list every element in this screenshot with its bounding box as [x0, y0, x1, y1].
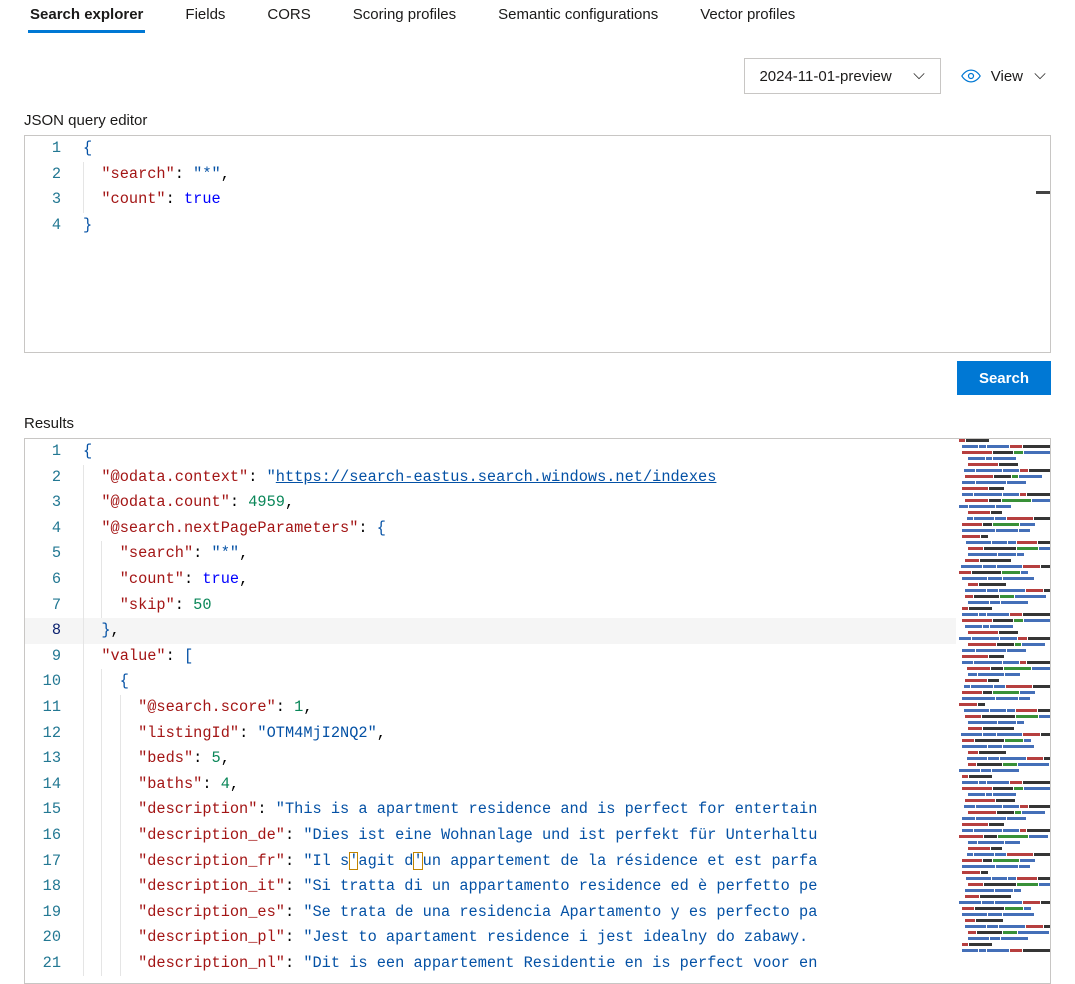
eye-icon: [961, 66, 981, 86]
code-line: 15 "description": "This is a apartment r…: [25, 797, 956, 823]
tab-scoring-profiles[interactable]: Scoring profiles: [351, 0, 458, 33]
overview-ruler-mark: [1036, 191, 1050, 194]
code-line: 4}: [25, 213, 1050, 239]
minimap[interactable]: [956, 439, 1050, 983]
code-line: 12 "listingId": "OTM4MjI2NQ2",: [25, 721, 956, 747]
chevron-down-icon: [1033, 69, 1047, 83]
code-line: 14 "baths": 4,: [25, 772, 956, 798]
code-line: 21 "description_nl": "Dit is een apparte…: [25, 951, 956, 977]
code-line: 17 "description_fr": "Il s'agit d'un app…: [25, 849, 956, 875]
code-line: 16 "description_de": "Dies ist eine Wohn…: [25, 823, 956, 849]
code-line: 3 "count": true: [25, 187, 1050, 213]
code-line: 7 "skip": 50: [25, 593, 956, 619]
code-line: 2 "search": "*",: [25, 162, 1050, 188]
code-line: 9 "value": [: [25, 644, 956, 670]
code-line: 20 "description_pl": "Jest to apartament…: [25, 925, 956, 951]
tab-cors[interactable]: CORS: [265, 0, 312, 33]
json-query-editor[interactable]: 1{2 "search": "*",3 "count": true4}: [24, 135, 1051, 353]
chevron-down-icon: [912, 69, 926, 83]
code-line: 4 "@search.nextPageParameters": {: [25, 516, 956, 542]
results-label: Results: [0, 403, 1075, 438]
tab-semantic-configurations[interactable]: Semantic configurations: [496, 0, 660, 33]
code-line: 5 "search": "*",: [25, 541, 956, 567]
view-label: View: [991, 68, 1023, 85]
code-line: 11 "@search.score": 1,: [25, 695, 956, 721]
toolbar: 2024-11-01-preview View: [0, 40, 1075, 104]
code-line: 2 "@odata.context": "https://search-east…: [25, 465, 956, 491]
view-dropdown[interactable]: View: [961, 66, 1047, 86]
code-line: 13 "beds": 5,: [25, 746, 956, 772]
code-line: 18 "description_it": "Si tratta di un ap…: [25, 874, 956, 900]
tab-fields[interactable]: Fields: [183, 0, 227, 33]
api-version-select[interactable]: 2024-11-01-preview: [744, 58, 940, 94]
code-line: 6 "count": true,: [25, 567, 956, 593]
code-line: 10 {: [25, 669, 956, 695]
tab-search-explorer[interactable]: Search explorer: [28, 0, 145, 33]
search-button[interactable]: Search: [957, 361, 1051, 395]
tabs-bar: Search explorer Fields CORS Scoring profile…: [0, 0, 1075, 40]
tab-vector-profiles[interactable]: Vector profiles: [698, 0, 797, 33]
code-line: 3 "@odata.count": 4959,: [25, 490, 956, 516]
query-editor-label: JSON query editor: [0, 104, 1075, 135]
code-line: 19 "description_es": "Se trata de una re…: [25, 900, 956, 926]
search-button-row: Search: [0, 353, 1075, 403]
code-line: 1{: [25, 439, 956, 465]
code-line: 8 },: [25, 618, 956, 644]
api-version-value: 2024-11-01-preview: [759, 68, 891, 85]
results-viewer[interactable]: 1{2 "@odata.context": "https://search-ea…: [24, 438, 1051, 984]
code-line: 1{: [25, 136, 1050, 162]
